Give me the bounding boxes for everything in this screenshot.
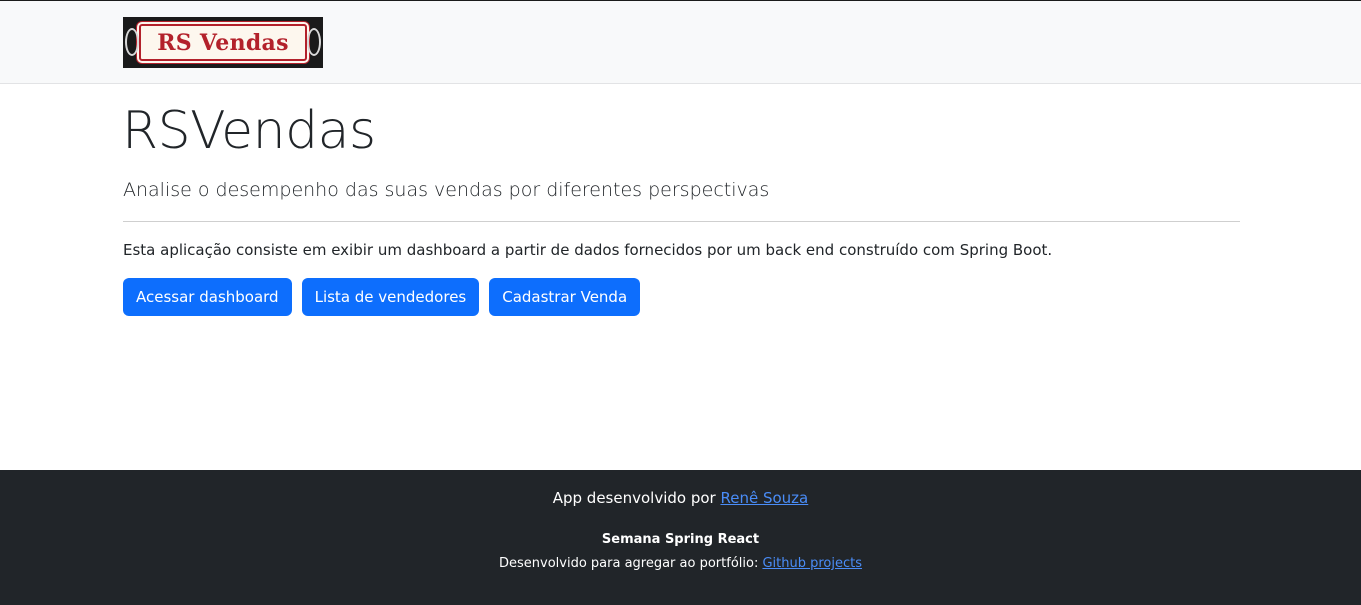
app-description: Esta aplicação consiste em exibir um das… <box>123 241 1053 259</box>
sellers-list-button[interactable]: Lista de vendedores <box>301 278 480 316</box>
brand-logo[interactable]: RS Vendas <box>123 17 323 68</box>
dashboard-button[interactable]: Acessar dashboard <box>123 278 292 316</box>
event-title: Semana Spring React <box>601 532 760 547</box>
ornament-left-icon <box>125 28 139 56</box>
page-subtitle: Analise o desempenho das suas vendas por… <box>123 179 770 201</box>
register-sale-button[interactable]: Cadastrar Venda <box>489 278 641 316</box>
logo-text: RS Vendas <box>157 29 289 56</box>
footer-credits: App desenvolvido por Renê Souza <box>0 489 1361 507</box>
action-buttons: Acessar dashboard Lista de vendedores Ca… <box>123 278 641 316</box>
ornament-right-icon <box>307 28 321 56</box>
divider <box>123 221 1240 222</box>
navbar: RS Vendas <box>0 0 1361 84</box>
github-projects-link[interactable]: Github projects <box>762 556 862 571</box>
footer: App desenvolvido por Renê Souza Semana S… <box>0 470 1361 605</box>
logo-frame: RS Vendas <box>139 24 307 61</box>
page-title: RSVendas <box>122 101 376 161</box>
credits-prefix: App desenvolvido por <box>552 489 721 507</box>
portfolio-prefix: Desenvolvido para agregar ao portfólio: <box>498 556 763 571</box>
footer-portfolio: Desenvolvido para agregar ao portfólio: … <box>0 556 1361 571</box>
developer-link[interactable]: Renê Souza <box>720 489 808 507</box>
